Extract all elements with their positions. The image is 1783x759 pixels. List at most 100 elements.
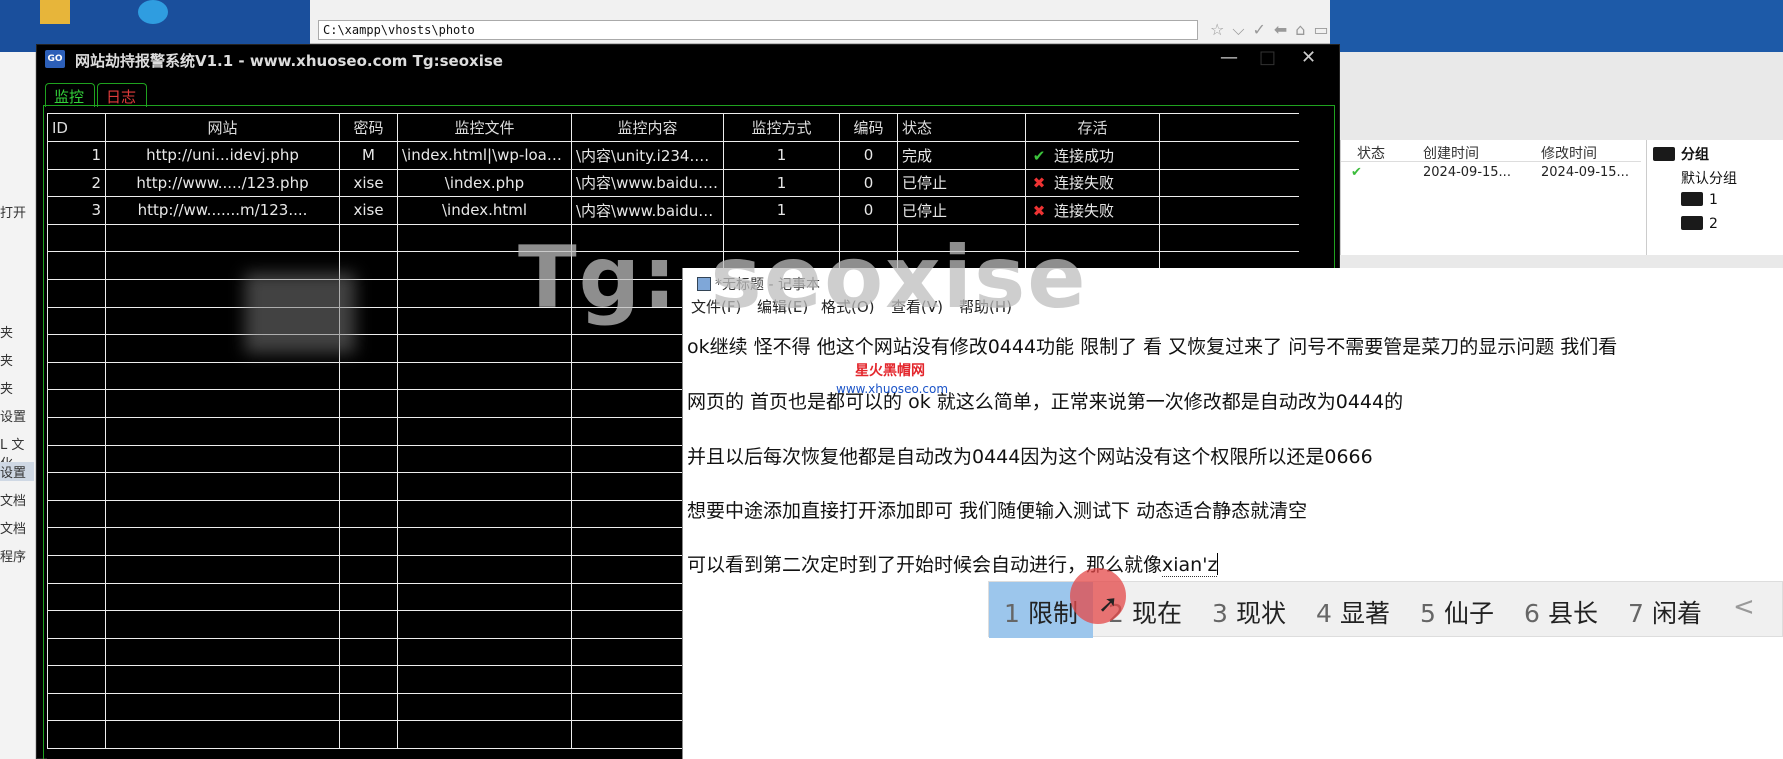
- col-modified[interactable]: 修改时间: [1541, 143, 1597, 163]
- empty-cell: [339, 554, 398, 584]
- empty-cell: [105, 444, 340, 474]
- alive-text: 连接成功: [1054, 146, 1115, 165]
- tab-log[interactable]: 日志: [97, 83, 147, 107]
- blurred-region: [245, 273, 355, 353]
- tree-item-label: 2: [1709, 216, 1718, 232]
- candidate-text: 县长: [1547, 599, 1598, 628]
- empty-cell: [47, 251, 106, 280]
- empty-cell: [397, 472, 572, 501]
- cell-file: \index.html|\wp-load....: [397, 141, 572, 170]
- empty-cell: [397, 720, 572, 750]
- col-status[interactable]: 状态: [1357, 143, 1385, 163]
- minimize-icon[interactable]: —: [1220, 47, 1238, 68]
- empty-cell: [47, 665, 106, 694]
- window-title: 网站劫持报警系统V1.1 - www.xhuoseo.com Tg:seoxis…: [75, 52, 503, 70]
- empty-cell: [105, 527, 340, 556]
- text-caret: [1217, 553, 1219, 575]
- empty-cell: [397, 334, 572, 363]
- table-row[interactable]: 3 http://ww.......m/123.... xise \index.htm…: [47, 196, 1299, 225]
- chevron-left-icon[interactable]: <: [1733, 592, 1755, 622]
- empty-cell: [339, 361, 398, 391]
- ime-candidate-4[interactable]: 4 显著: [1301, 582, 1405, 638]
- empty-cell: [47, 444, 106, 474]
- side-strip-item-selected[interactable]: 设置: [0, 462, 34, 481]
- browser-toolbar-icons[interactable]: ☆⌵✓⬅⌂▭: [1210, 20, 1337, 40]
- candidate-number: 3: [1212, 599, 1228, 628]
- empty-cell: [47, 361, 106, 391]
- shell-list-header: 状态 创建时间 修改时间: [1341, 140, 1641, 162]
- text-line: 并且以后每次恢复他都是自动改为0444因为这个网站没有这个权限所以还是0666: [687, 446, 1373, 468]
- empty-cell: [47, 527, 106, 556]
- empty-cell: [339, 582, 398, 612]
- col-encoding[interactable]: 编码: [839, 113, 898, 142]
- empty-cell: [339, 223, 398, 253]
- col-file[interactable]: 监控文件: [397, 113, 572, 142]
- cell-password: M: [339, 141, 398, 170]
- empty-cell: [397, 692, 572, 722]
- empty-cell: [105, 692, 340, 722]
- watermark-site-name: 星火黑帽网: [855, 363, 925, 379]
- tree-item[interactable]: 默认分组: [1681, 168, 1737, 188]
- empty-cell: [105, 389, 340, 418]
- table-header: ID 网站 密码 监控文件 监控内容 监控方式 编码 状态 存活: [47, 113, 1299, 142]
- empty-cell: [47, 582, 106, 612]
- side-strip-open-label: 打开: [0, 206, 27, 221]
- created-time: 2024-09-15...: [1423, 165, 1511, 180]
- candidate-text: 现在: [1131, 599, 1182, 628]
- tab-monitor[interactable]: 监控: [45, 83, 95, 107]
- ime-candidate-3[interactable]: 3 现状: [1197, 582, 1301, 638]
- side-strip-item[interactable]: 夹: [0, 378, 13, 397]
- cell-status: 已停止: [897, 168, 1026, 198]
- tree-item-label: 默认分组: [1681, 171, 1737, 187]
- cell-content: \内容\www.baidu.c...: [571, 168, 724, 198]
- empty-cell: [47, 554, 106, 584]
- side-strip-item[interactable]: 程序: [0, 546, 26, 565]
- col-site[interactable]: 网站: [105, 113, 340, 142]
- background-browser-toolbar: C:\xampp\vhosts\photo ☆⌵✓⬅⌂▭: [310, 0, 1330, 44]
- empty-cell: [397, 444, 572, 474]
- title-bar[interactable]: GO 网站劫持报警系统V1.1 - www.xhuoseo.com Tg:seo…: [37, 45, 1339, 73]
- side-strip-item[interactable]: 设置: [0, 406, 26, 425]
- ime-candidate-6[interactable]: 6 县长: [1509, 582, 1613, 638]
- cell-id: 1: [47, 141, 106, 170]
- table-row[interactable]: 2 http://www...../123.php xise \index.php \内…: [47, 168, 1299, 198]
- side-strip-item[interactable]: 夹: [0, 322, 13, 341]
- browser-desktop-icon[interactable]: [138, 0, 168, 24]
- empty-cell: [339, 499, 398, 529]
- col-status[interactable]: 状态: [897, 113, 1026, 142]
- tree-item[interactable]: 2: [1681, 216, 1718, 232]
- ime-candidate-7[interactable]: 7 闲着: [1613, 582, 1717, 638]
- cell-method: 1: [723, 141, 840, 170]
- shell-list-row[interactable]: ✔ 2024-09-15... 2024-09-15...: [1341, 162, 1641, 184]
- address-bar[interactable]: C:\xampp\vhosts\photo: [318, 20, 1198, 40]
- col-alive[interactable]: 存活: [1025, 113, 1160, 142]
- background-manager-panel: 状态 创建时间 修改时间 ✔ 2024-09-15... 2024-09-15.…: [1340, 140, 1783, 255]
- col-created[interactable]: 创建时间: [1423, 143, 1479, 163]
- empty-cell: [47, 499, 106, 529]
- empty-cell: [339, 665, 398, 694]
- col-content[interactable]: 监控内容: [571, 113, 724, 142]
- tree-item-label: 1: [1709, 192, 1718, 208]
- col-method[interactable]: 监控方式: [723, 113, 840, 142]
- empty-cell: [105, 720, 340, 750]
- cell-site: http://www...../123.php: [105, 168, 340, 198]
- table-row[interactable]: 1 http://uni...idevj.php M \index.html|\wp-…: [47, 141, 1299, 170]
- side-strip-item[interactable]: 夹: [0, 350, 13, 369]
- ime-candidate-5[interactable]: 5 仙子: [1405, 582, 1509, 638]
- folder-desktop-icon[interactable]: [40, 0, 70, 24]
- col-password[interactable]: 密码: [339, 113, 398, 142]
- side-strip-item[interactable]: 文档: [0, 518, 26, 537]
- check-icon: ✔: [1351, 165, 1362, 180]
- group-tree: 分组 默认分组 1 2: [1646, 140, 1783, 255]
- side-strip-item[interactable]: 文档: [0, 490, 26, 509]
- mouse-pointer-icon: ➚: [1098, 590, 1119, 618]
- empty-cell: [47, 334, 106, 363]
- close-icon[interactable]: ✕: [1301, 47, 1316, 68]
- empty-cell: [339, 472, 398, 501]
- modified-time: 2024-09-15...: [1541, 165, 1629, 180]
- tree-item[interactable]: 1: [1681, 192, 1718, 208]
- empty-cell: [47, 278, 106, 308]
- tree-root[interactable]: 分组: [1653, 144, 1709, 164]
- cross-icon: ✖: [1032, 201, 1046, 220]
- col-id[interactable]: ID: [47, 113, 106, 142]
